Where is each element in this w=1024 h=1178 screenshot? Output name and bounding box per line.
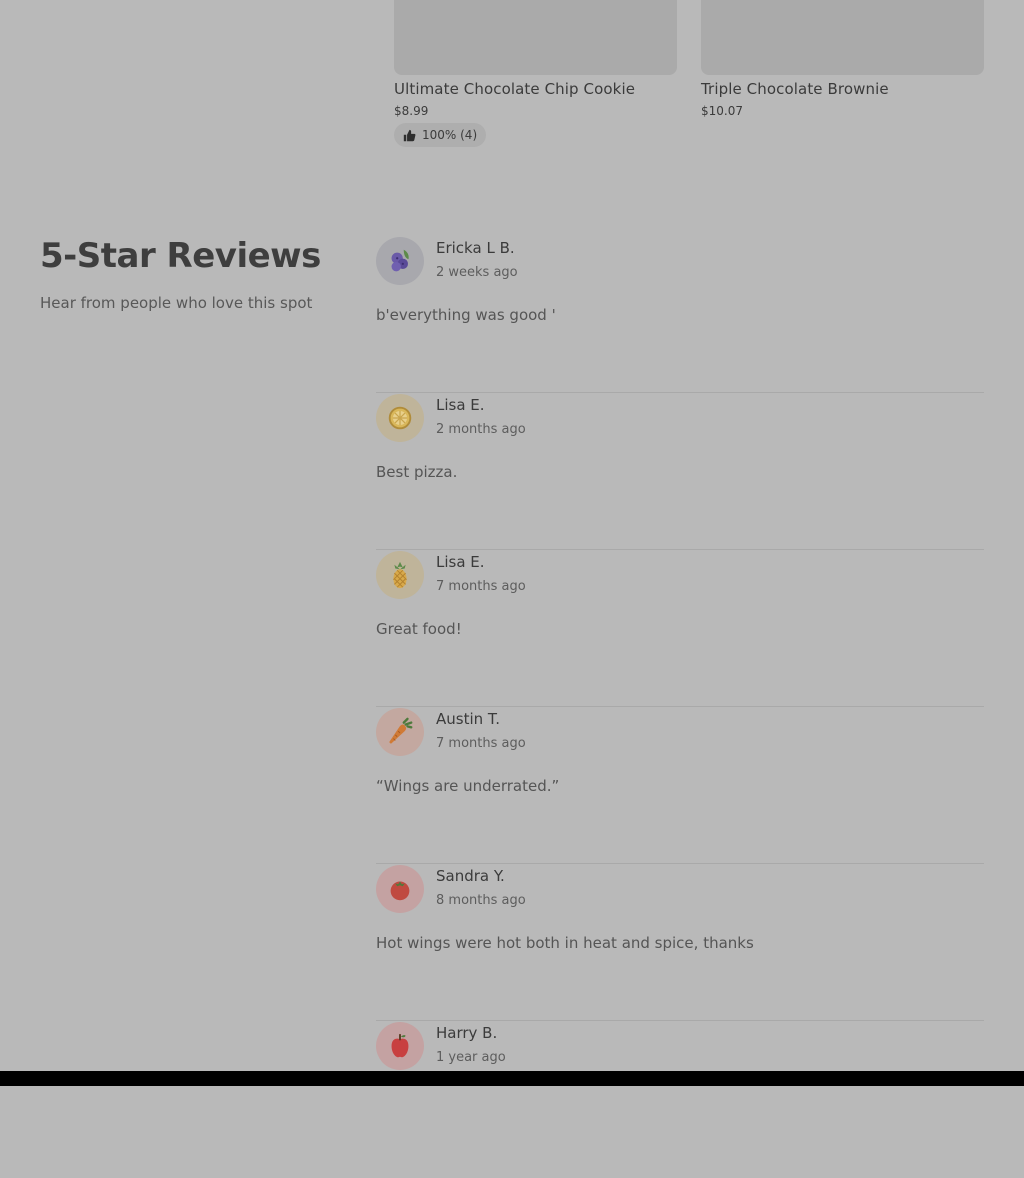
review-text: Hot wings were hot both in heat and spic… bbox=[376, 934, 754, 952]
section-subtitle: Hear from people who love this spot bbox=[40, 294, 313, 312]
review-item: Ericka L B. 2 weeks ago b'everything was… bbox=[376, 236, 984, 393]
product-price: $8.99 bbox=[394, 104, 429, 118]
reviewer-name: Austin T. bbox=[436, 710, 501, 728]
thumbs-up-icon bbox=[403, 129, 416, 141]
review-text: Great food! bbox=[376, 620, 462, 638]
rating-badge: 100% (4) bbox=[394, 123, 487, 147]
review-time: 7 months ago bbox=[436, 579, 526, 594]
avatar bbox=[376, 551, 424, 599]
reviewer-name: Lisa E. bbox=[436, 553, 485, 571]
tomato-icon bbox=[390, 881, 410, 901]
review-time: 1 year ago bbox=[436, 1050, 506, 1065]
blueberry-icon bbox=[391, 249, 409, 272]
review-item: Harry B. 1 year ago bbox=[376, 1021, 984, 1178]
product-name[interactable]: Triple Chocolate Brownie bbox=[701, 80, 984, 98]
review-time: 7 months ago bbox=[436, 736, 526, 751]
review-time: 2 months ago bbox=[436, 422, 526, 437]
product-price: $10.07 bbox=[701, 104, 743, 118]
product-name[interactable]: Ultimate Chocolate Chip Cookie bbox=[394, 80, 677, 98]
section-title: 5-Star Reviews bbox=[40, 236, 321, 276]
avatar bbox=[376, 237, 424, 285]
reviewer-name: Lisa E. bbox=[436, 396, 485, 414]
avatar bbox=[376, 394, 424, 442]
reviewer-name: Ericka L B. bbox=[436, 239, 515, 257]
reviewer-name: Sandra Y. bbox=[436, 867, 505, 885]
reviews-list: Ericka L B. 2 weeks ago b'everything was… bbox=[376, 236, 984, 1178]
avatar bbox=[376, 708, 424, 756]
product-image[interactable] bbox=[394, 0, 677, 75]
review-item: Lisa E. 2 months ago Best pizza. bbox=[376, 393, 984, 550]
rating-text: 100% (4) bbox=[422, 128, 478, 142]
product-image[interactable] bbox=[701, 0, 984, 75]
product-carousel: Ultimate Chocolate Chip Cookie $8.99 100… bbox=[394, 0, 984, 147]
pineapple-icon bbox=[393, 561, 407, 589]
review-item: Lisa E. 7 months ago Great food! bbox=[376, 550, 984, 707]
review-time: 2 weeks ago bbox=[436, 265, 518, 280]
avatar bbox=[376, 865, 424, 913]
review-time: 8 months ago bbox=[436, 893, 526, 908]
carrot-icon bbox=[389, 717, 413, 744]
avatar bbox=[376, 1022, 424, 1070]
product-card[interactable]: Ultimate Chocolate Chip Cookie $8.99 100… bbox=[394, 0, 677, 147]
apple-icon bbox=[391, 1033, 409, 1058]
review-text: “Wings are underrated.” bbox=[376, 777, 560, 795]
bottom-bar bbox=[0, 1071, 1024, 1086]
review-item: Austin T. 7 months ago “Wings are underr… bbox=[376, 707, 984, 864]
review-text: b'everything was good ' bbox=[376, 306, 556, 324]
reviewer-name: Harry B. bbox=[436, 1024, 498, 1042]
lemon-icon bbox=[388, 406, 412, 430]
product-card[interactable]: Triple Chocolate Brownie $10.07 bbox=[701, 0, 984, 147]
review-text: Best pizza. bbox=[376, 463, 458, 481]
review-item: Sandra Y. 8 months ago Hot wings were ho… bbox=[376, 864, 984, 1021]
